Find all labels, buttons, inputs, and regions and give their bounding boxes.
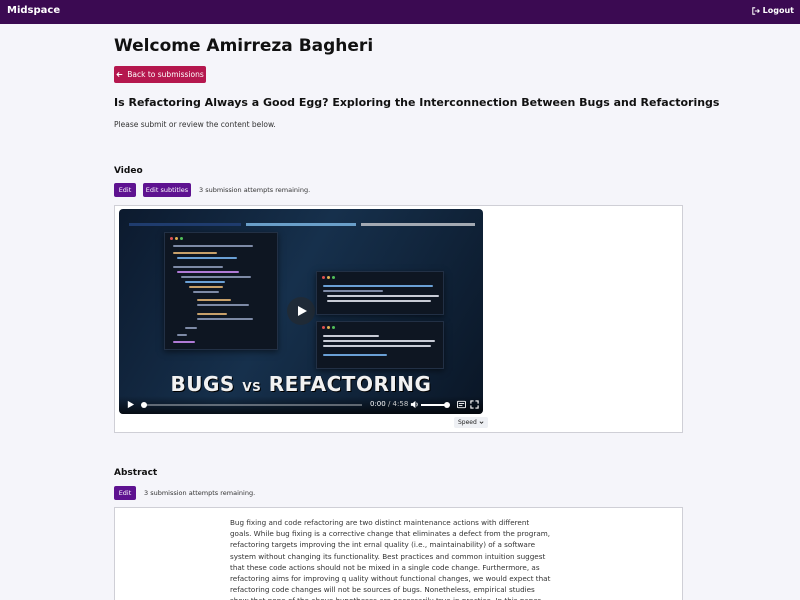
abstract-text: Bug fixing and code refactoring are two …	[230, 518, 551, 600]
code-window-right-bottom	[316, 321, 444, 369]
current-time: 0:00	[370, 400, 386, 408]
play-icon	[298, 306, 307, 316]
play-icon[interactable]	[126, 400, 135, 409]
logout-icon	[751, 6, 760, 15]
video-overlay-title: BUGS VS REFACTORING	[119, 372, 483, 396]
code-window-right-top	[316, 271, 444, 315]
time-display: 0:00 / 4:58	[370, 400, 408, 408]
video-edit-button[interactable]: Edit	[114, 183, 136, 197]
abstract-panel: Bug fixing and code refactoring are two …	[114, 507, 683, 600]
page-title: Welcome Amirreza Bagheri	[114, 36, 374, 56]
duration: / 4:58	[387, 400, 409, 408]
brand-logo[interactable]: Midspace	[7, 5, 60, 16]
abstract-edit-button[interactable]: Edit	[114, 486, 136, 500]
edit-subtitles-button[interactable]: Edit subtitles	[143, 183, 191, 197]
abstract-attempts-text: 3 submission attempts remaining.	[144, 489, 256, 497]
video-attempts-text: 3 submission attempts remaining.	[199, 186, 311, 194]
chevron-down-icon	[479, 421, 484, 424]
video-player[interactable]: BUGS VS REFACTORING 0:00 / 4:58	[119, 209, 483, 414]
abstract-heading: Abstract	[114, 468, 158, 478]
play-button[interactable]	[287, 297, 315, 325]
volume-handle[interactable]	[444, 402, 450, 408]
paper-title: Is Refactoring Always a Good Egg? Explor…	[114, 96, 720, 109]
instructions-text: Please submit or review the content belo…	[114, 120, 276, 129]
video-controls: 0:00 / 4:58	[119, 396, 483, 414]
video-heading: Video	[114, 166, 143, 176]
overlay-title-left: BUGS	[170, 372, 235, 396]
video-panel: BUGS VS REFACTORING 0:00 / 4:58 Speed	[114, 205, 683, 433]
overlay-title-vs: VS	[242, 380, 262, 394]
arrow-left-icon	[116, 72, 123, 77]
back-button-label: Back to submissions	[127, 70, 204, 79]
back-to-submissions-button[interactable]: Back to submissions	[114, 66, 206, 83]
speed-label: Speed	[458, 419, 477, 426]
top-navbar: Midspace Logout	[0, 0, 800, 24]
logout-label: Logout	[762, 6, 794, 15]
captions-icon[interactable]	[457, 400, 466, 409]
seek-handle[interactable]	[141, 402, 147, 408]
volume-icon[interactable]	[410, 400, 419, 409]
logout-button[interactable]: Logout	[751, 6, 794, 15]
overlay-title-right: REFACTORING	[268, 372, 432, 396]
seek-bar[interactable]	[144, 404, 362, 406]
fullscreen-icon[interactable]	[470, 400, 479, 409]
code-window-left	[164, 232, 278, 350]
speed-select[interactable]: Speed	[454, 417, 488, 428]
video-progress-segments	[129, 223, 475, 226]
